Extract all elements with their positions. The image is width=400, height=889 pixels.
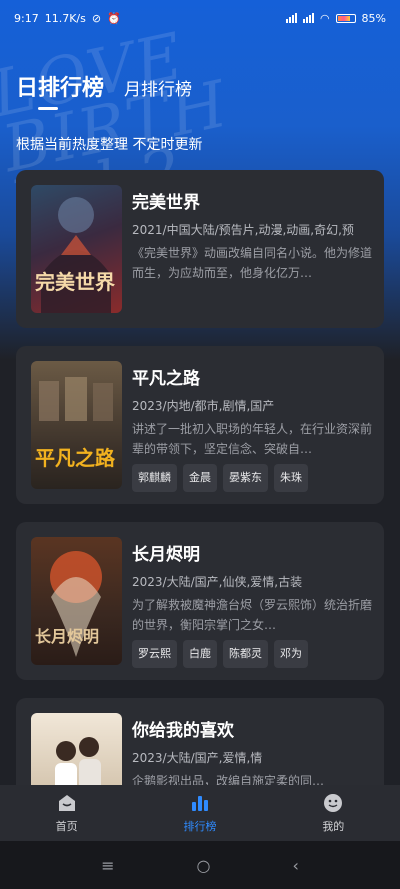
card-title[interactable]: 平凡之路	[132, 364, 200, 389]
active-tab-indicator	[38, 107, 58, 110]
card-title[interactable]: 长月烬明	[132, 540, 200, 565]
back-icon[interactable]: ‹	[292, 856, 298, 875]
actor-list: 罗云熙 白鹿 陈都灵 邓为	[132, 640, 308, 668]
alarm-icon: ⏰	[107, 11, 121, 25]
menu-icon[interactable]: ≡	[101, 856, 114, 875]
actor-tag[interactable]: 邓为	[274, 640, 308, 668]
nav-profile[interactable]: 我的	[288, 793, 378, 834]
actor-tag[interactable]: 罗云熙	[132, 640, 177, 668]
profile-icon	[324, 793, 343, 812]
wifi-icon: ◠	[319, 11, 330, 25]
nav-home-label: 首页	[55, 819, 78, 833]
nav-ranking[interactable]: 排行榜	[155, 793, 245, 834]
nav-ranking-label: 排行榜	[183, 819, 217, 833]
battery-icon	[335, 13, 356, 23]
card-meta: 2023/大陆/国产,仙侠,爱情,古装	[132, 575, 303, 589]
signal-icon-2	[302, 13, 314, 23]
home-button-icon[interactable]: ○	[197, 856, 211, 875]
poster-title: 长月烬明	[35, 627, 100, 646]
card-description: 为了解救被魔神澹台烬（罗云熙饰）统治折磨的世界，衡阳宗掌门之女…	[132, 598, 372, 632]
system-navigation-bar: ≡ ○ ‹	[0, 841, 400, 889]
nav-home[interactable]: 首页	[22, 793, 112, 834]
card-description: 《完美世界》动画改编自同名小说。他为修道而生，为应劫而至，他身化亿万…	[132, 246, 372, 280]
actor-tag[interactable]: 陈都灵	[223, 640, 268, 668]
page-subtitle: 根据当前热度整理 不定时更新	[16, 137, 203, 153]
battery-level: 85%	[361, 11, 386, 25]
mute-icon: ⊘	[91, 11, 102, 25]
actor-list: 郭麒麟 金晨 晏紫东 朱珠	[132, 464, 308, 492]
tab-daily[interactable]: 日排行榜	[16, 70, 104, 102]
card-meta: 2023/内地/都市,剧情,国产	[132, 399, 275, 413]
ranking-card[interactable]: 平凡之路 平凡之路 2023/内地/都市,剧情,国产 讲述了一批初入职场的年轻人…	[16, 346, 384, 504]
card-meta: 2023/大陆/国产,爱情,情	[132, 751, 263, 765]
ranking-icon	[191, 795, 208, 811]
poster-title: 完美世界	[35, 270, 115, 294]
status-time: 9:17	[14, 11, 39, 25]
card-title[interactable]: 完美世界	[132, 188, 200, 213]
status-bar: 9:17 11.7K/s ⊘ ⏰ ◠ 85%	[0, 0, 400, 36]
network-speed: 11.7K/s	[44, 11, 86, 25]
signal-icon	[285, 13, 297, 23]
nav-profile-label: 我的	[322, 819, 345, 833]
poster-title: 平凡之路	[35, 446, 115, 470]
ranking-card[interactable]: 长月烬明 长月烬明 2023/大陆/国产,仙侠,爱情,古装 为了解救被魔神澹台烬…	[16, 522, 384, 680]
tab-monthly[interactable]: 月排行榜	[124, 75, 192, 100]
poster-image[interactable]: 平凡之路	[31, 361, 122, 489]
card-title[interactable]: 你给我的喜欢	[132, 716, 234, 741]
poster-image[interactable]: 长月烬明	[31, 537, 122, 665]
actor-tag[interactable]: 郭麒麟	[132, 464, 177, 492]
actor-tag[interactable]: 晏紫东	[223, 464, 268, 492]
actor-tag[interactable]: 白鹿	[183, 640, 217, 668]
ranking-tabs: 日排行榜 月排行榜	[16, 70, 192, 102]
poster-image[interactable]: 完美世界	[31, 185, 122, 313]
card-description: 讲述了一批初入职场的年轻人，在行业资深前辈的带领下，坚定信念、突破自…	[132, 422, 372, 456]
actor-tag[interactable]: 金晨	[183, 464, 217, 492]
home-icon	[58, 794, 75, 811]
bottom-navigation: 首页 排行榜 我的	[0, 785, 400, 841]
ranking-card[interactable]: 完美世界 完美世界 2021/中国大陆/预告片,动漫,动画,奇幻,预 《完美世界…	[16, 170, 384, 328]
actor-tag[interactable]: 朱珠	[274, 464, 308, 492]
card-meta: 2021/中国大陆/预告片,动漫,动画,奇幻,预	[132, 223, 354, 237]
